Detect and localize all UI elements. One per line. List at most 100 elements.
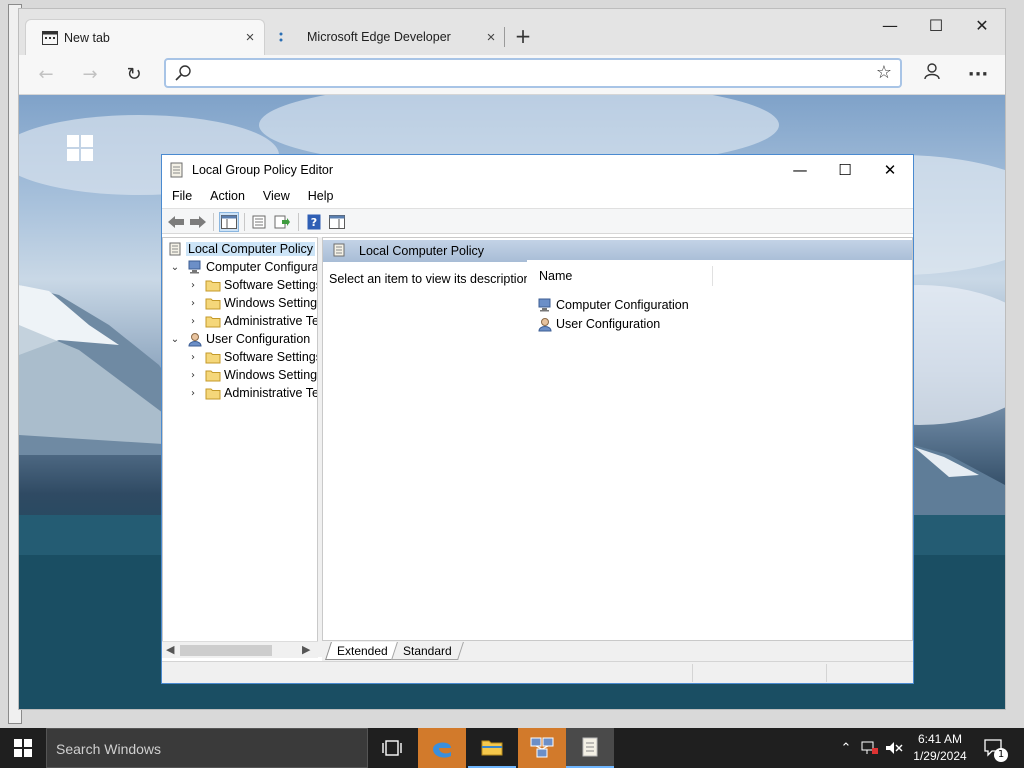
computer-icon	[537, 297, 553, 313]
address-input[interactable]	[200, 63, 860, 83]
start-button[interactable]	[0, 728, 46, 768]
task-view-icon	[382, 740, 402, 756]
folder-icon	[205, 349, 221, 365]
tree-node-administrative-templates[interactable]: › Administrative Te	[187, 312, 318, 330]
tree-node-software-settings[interactable]: › Software Settings	[187, 276, 317, 294]
chevron-right-icon[interactable]: ›	[187, 352, 199, 363]
favorite-star-icon[interactable]: ☆	[876, 62, 892, 83]
list-item-user-configuration[interactable]: User Configuration	[537, 315, 660, 333]
help-icon: ?	[307, 214, 321, 230]
address-bar[interactable]: ☆	[164, 58, 902, 88]
tree-node-label: Administrative Te	[224, 314, 318, 328]
window-title: Local Group Policy Editor	[192, 163, 334, 177]
taskbar-group-policy-button[interactable]	[566, 728, 614, 768]
tree-horizontal-scrollbar[interactable]: ◀ ▶	[162, 641, 318, 658]
chevron-up-icon[interactable]: ⌃	[836, 738, 856, 758]
export-list-button[interactable]	[272, 212, 292, 232]
chevron-down-icon[interactable]: ⌄	[169, 262, 181, 273]
refresh-button[interactable]: ↻	[117, 59, 151, 91]
tab-microsoft-edge-developer[interactable]: Microsoft Edge Developer ×	[265, 19, 505, 55]
policy-scroll-icon	[333, 243, 345, 260]
console-tree-icon	[221, 215, 237, 229]
menu-view[interactable]: View	[253, 185, 298, 207]
export-icon	[274, 215, 290, 229]
tab-extended[interactable]: Extended	[325, 642, 400, 660]
menu-help[interactable]: Help	[298, 185, 342, 207]
taskbar-edge-button[interactable]	[418, 728, 466, 768]
console-tree: Local Computer Policy ⌄ Computer Configu…	[162, 237, 318, 657]
tree-node-computer-configuration[interactable]: ⌄ Computer Configura	[169, 258, 317, 276]
tree-node-user-configuration[interactable]: ⌄ User Configuration	[169, 330, 310, 348]
back-button[interactable]: ←	[29, 59, 63, 91]
help-button[interactable]: ?	[304, 212, 324, 232]
taskbar-file-explorer-button[interactable]	[468, 728, 516, 768]
minimize-button[interactable]: —	[867, 9, 913, 43]
taskbar-search-box[interactable]	[46, 728, 368, 768]
forward-arrow-icon	[190, 216, 206, 228]
scroll-right-icon[interactable]: ▶	[302, 643, 310, 656]
network-icon[interactable]	[860, 738, 880, 758]
close-button[interactable]: ✕	[959, 9, 1005, 43]
chevron-right-icon[interactable]: ›	[187, 280, 199, 291]
menu-bar: File Action View Help	[162, 185, 913, 207]
chevron-right-icon[interactable]: ›	[187, 316, 199, 327]
forward-button[interactable]: →	[73, 59, 107, 91]
scrollbar-thumb[interactable]	[180, 645, 272, 656]
toolbar-separator	[298, 213, 299, 231]
taskbar: ⌃ 6:41 AM 1/29/2024 1	[0, 728, 1024, 768]
chevron-down-icon[interactable]: ⌄	[169, 334, 181, 345]
windows-logo-icon	[14, 739, 32, 757]
show-hide-tree-button[interactable]	[219, 212, 239, 232]
taskbar-network-app-button[interactable]	[518, 728, 566, 768]
tree-node-label: Windows Setting	[224, 296, 318, 310]
back-button[interactable]	[166, 212, 186, 232]
task-view-button[interactable]	[368, 728, 416, 768]
system-clock[interactable]: 6:41 AM 1/29/2024	[906, 731, 974, 765]
close-tab-icon[interactable]: ×	[236, 29, 264, 46]
tree-node-administrative-templates[interactable]: › Administrative Te	[187, 384, 317, 402]
minimize-button[interactable]: —	[777, 155, 823, 185]
column-header-name[interactable]: Name	[527, 266, 713, 286]
list-item-label: User Configuration	[556, 317, 661, 331]
tab-title: Microsoft Edge Developer	[307, 30, 451, 44]
folder-icon	[205, 313, 221, 329]
maximize-button[interactable]: ☐	[913, 9, 959, 43]
user-icon	[537, 316, 553, 332]
tree-node-local-computer-policy[interactable]: Local Computer Policy	[163, 240, 316, 258]
scroll-left-icon[interactable]: ◀	[166, 643, 174, 656]
chevron-right-icon[interactable]: ›	[187, 370, 199, 381]
policy-scroll-icon	[167, 241, 183, 257]
more-options-button[interactable]: ···	[961, 59, 995, 91]
title-bar[interactable]: Local Group Policy Editor — ☐ ✕	[162, 155, 913, 185]
action-pane-icon	[329, 215, 345, 229]
chevron-right-icon[interactable]: ›	[187, 298, 199, 309]
folder-icon	[205, 277, 221, 293]
tab-label: Standard	[403, 644, 452, 658]
status-bar	[162, 661, 913, 683]
tree-node-software-settings[interactable]: › Software Settings	[187, 348, 318, 366]
menu-action[interactable]: Action	[200, 185, 253, 207]
folder-icon	[205, 367, 221, 383]
folder-icon	[205, 295, 221, 311]
profile-button[interactable]	[915, 59, 949, 91]
new-tab-button[interactable]: +	[509, 23, 537, 51]
taskbar-search-input[interactable]	[56, 739, 356, 759]
folder-icon	[205, 385, 221, 401]
close-button[interactable]: ✕	[867, 155, 913, 185]
network-computers-icon	[530, 737, 554, 758]
forward-button[interactable]	[188, 212, 208, 232]
chevron-right-icon[interactable]: ›	[187, 388, 199, 399]
show-action-pane-button[interactable]	[327, 212, 347, 232]
tab-new-tab[interactable]: New tab ×	[25, 19, 265, 55]
close-tab-icon[interactable]: ×	[477, 29, 505, 46]
list-item-computer-configuration[interactable]: Computer Configuration	[537, 296, 689, 314]
tree-node-windows-settings[interactable]: › Windows Setting	[187, 294, 317, 312]
menu-file[interactable]: File	[162, 185, 200, 207]
volume-muted-icon[interactable]	[884, 738, 904, 758]
properties-button[interactable]	[249, 212, 269, 232]
tab-standard[interactable]: Standard	[391, 642, 464, 660]
tree-node-windows-settings[interactable]: › Windows Setting	[187, 366, 317, 384]
maximize-button[interactable]: ☐	[822, 155, 868, 185]
tree-node-label: Windows Setting	[224, 368, 318, 382]
tree-node-label: Software Settings	[224, 350, 318, 364]
